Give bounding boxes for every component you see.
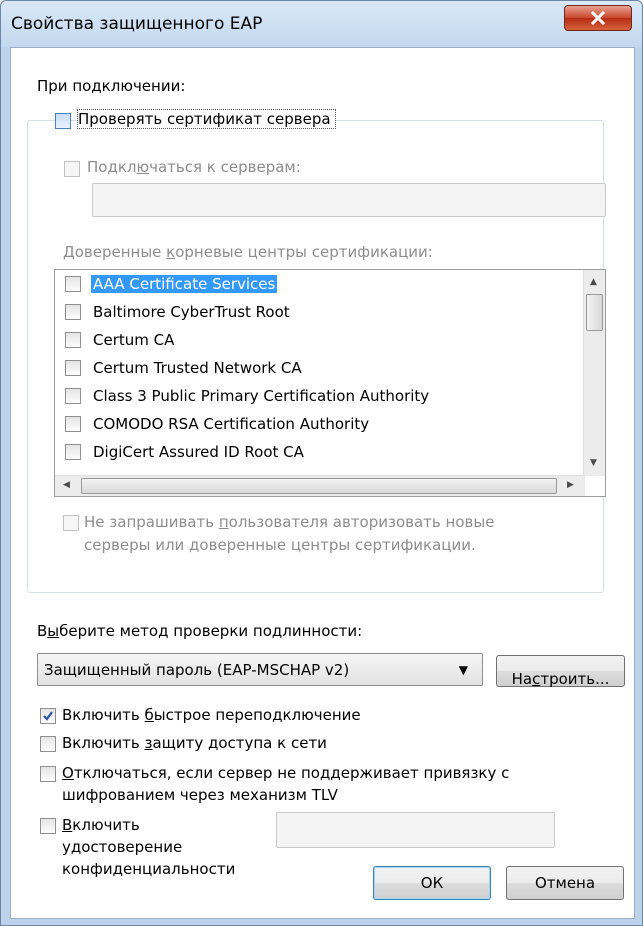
identity-privacy-input[interactable] [276,812,555,848]
nap-checkbox[interactable] [40,736,56,752]
checkmark-icon [43,711,53,721]
fast-reconnect-checkbox[interactable] [40,708,56,724]
disconnect-tlv-checkbox[interactable] [40,766,56,782]
connect-servers-checkbox[interactable] [64,161,80,177]
list-item-label: Class 3 Public Primary Certification Aut… [93,387,430,405]
list-item-checkbox[interactable] [65,444,81,460]
chevron-down-icon: ▼ [458,663,468,677]
disconnect-tlv-label-line1: Отключаться, если сервер не поддерживает… [62,764,510,782]
horizontal-scrollbar[interactable]: ◀ ▶ [55,475,585,496]
list-item-checkbox[interactable] [65,388,81,404]
ok-button[interactable]: ОК [373,866,491,900]
verify-cert-checkbox[interactable] [55,113,71,129]
list-item-checkbox[interactable] [65,276,81,292]
configure-button[interactable]: Настроить... [496,655,625,688]
vertical-scroll-thumb[interactable] [586,294,603,331]
scroll-left-icon[interactable]: ◀ [63,480,70,490]
no-prompt-label-line2: серверы или доверенные центры сертификац… [84,536,476,554]
no-prompt-checkbox[interactable] [63,515,79,531]
close-icon [590,11,606,25]
trusted-roots-label: Доверенные корневые центры сертификации: [63,243,433,261]
list-item[interactable]: AAA Certificate Services [55,271,575,299]
vertical-scrollbar[interactable]: ▲ ▼ [583,270,605,476]
fast-reconnect-label: Включить быстрое переподключение [62,706,361,724]
list-item-checkbox[interactable] [65,416,81,432]
identity-privacy-label-line2: удостоверение [62,838,183,856]
list-item-checkbox[interactable] [65,304,81,320]
no-prompt-label-line1: Не запрашивать пользователя авторизовать… [84,513,495,531]
list-item-checkbox[interactable] [65,360,81,376]
list-item-checkbox[interactable] [65,332,81,348]
list-item-label: Baltimore CyberTrust Root [93,303,290,321]
list-item[interactable]: Class 3 Public Primary Certification Aut… [55,383,575,411]
list-item-label: AAA Certificate Services [91,275,278,293]
nap-label: Включить защиту доступа к сети [62,734,327,752]
identity-privacy-checkbox[interactable] [40,818,56,834]
cancel-button[interactable]: Отмена [506,866,624,900]
verify-cert-label[interactable]: Проверять сертификат сервера [77,109,336,129]
auth-method-select[interactable]: Защищенный пароль (EAP-MSCHAP v2) ▼ [37,653,483,686]
close-button[interactable] [564,5,632,31]
connect-servers-label: Подключаться к серверам: [87,158,301,176]
list-item-label: DigiCert Assured ID Root CA [93,443,304,461]
identity-privacy-label-line3: конфиденциальности [62,860,236,878]
title-bar[interactable]: Свойства защищенного EAP [1,1,642,47]
list-item-label: Certum CA [93,331,175,349]
list-item[interactable]: COMODO RSA Certification Authority [55,411,575,439]
list-item-label: COMODO RSA Certification Authority [93,415,370,433]
disconnect-tlv-label-line2: шифрованием через механизм TLV [62,786,338,804]
servers-input[interactable] [92,183,606,217]
horizontal-scroll-thumb[interactable] [81,478,557,494]
connect-section-label: При подключении: [37,77,186,95]
auth-method-value: Защищенный пароль (EAP-MSCHAP v2) [44,661,350,679]
identity-privacy-label-line1: Включить [62,816,140,834]
auth-method-label: Выберите метод проверки подлинности: [37,622,363,640]
list-item[interactable]: Certum CA [55,327,575,355]
scroll-right-icon[interactable]: ▶ [567,480,574,490]
list-item[interactable]: Certum Trusted Network CA [55,355,575,383]
list-item[interactable]: DigiCert Assured ID Root CA [55,439,575,467]
trusted-roots-list[interactable]: AAA Certificate Services Baltimore Cyber… [54,269,606,497]
list-item[interactable]: Baltimore CyberTrust Root [55,299,575,327]
scroll-down-icon[interactable]: ▼ [590,458,597,468]
list-item-label: Certum Trusted Network CA [93,359,302,377]
scroll-up-icon[interactable]: ▲ [590,277,597,287]
window-title: Свойства защищенного EAP [11,14,263,34]
